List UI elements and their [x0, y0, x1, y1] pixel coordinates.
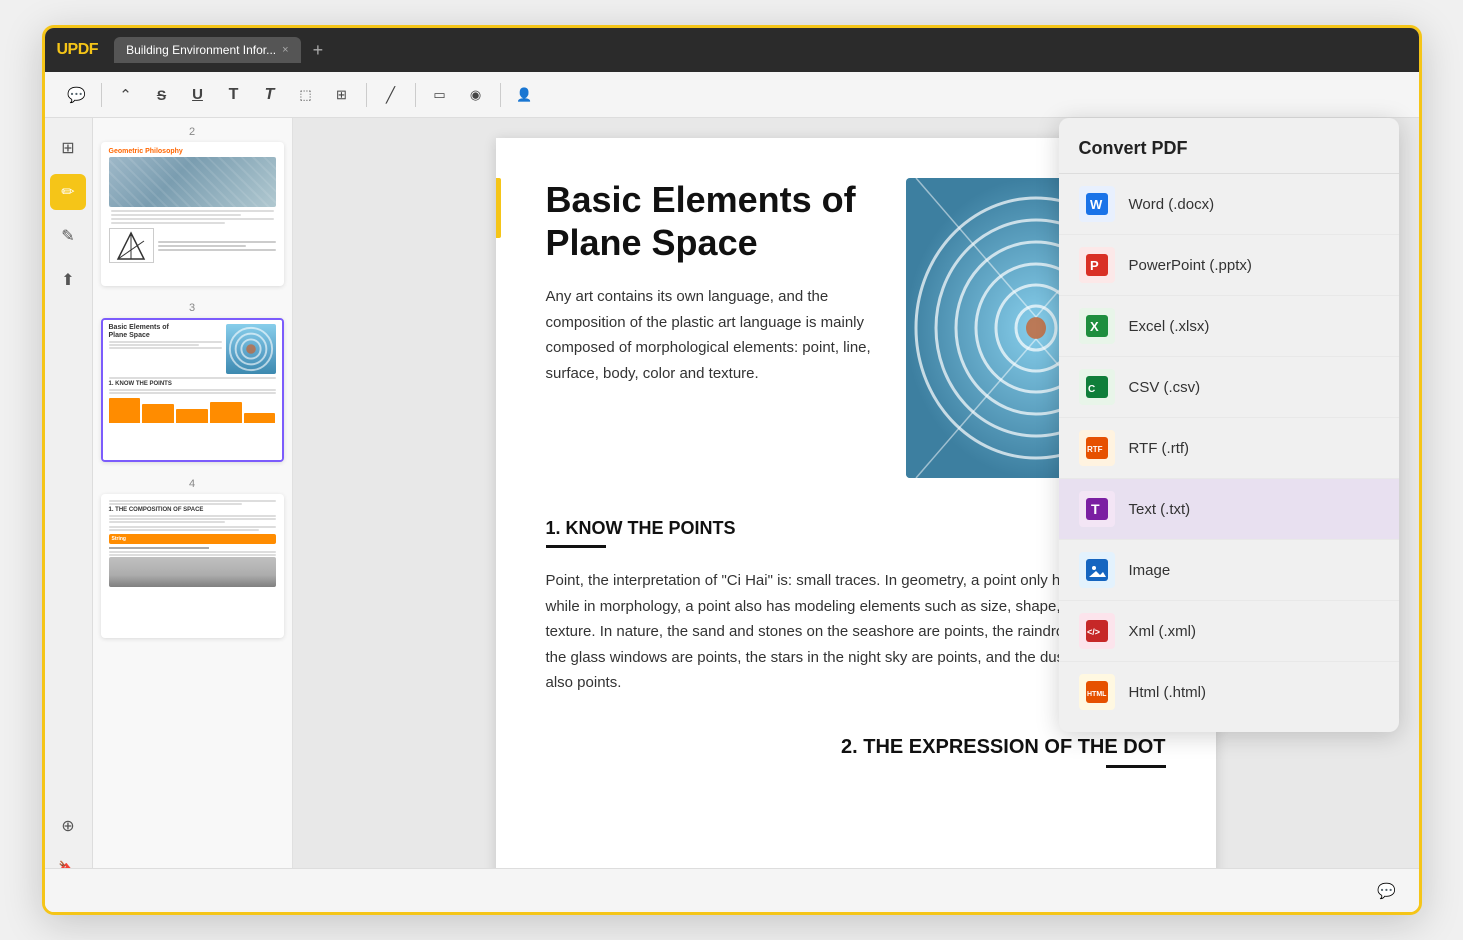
section2-underline — [1106, 765, 1166, 768]
image-icon — [1079, 552, 1115, 588]
rect-icon[interactable]: ▭ — [424, 79, 456, 111]
toolbar-divider-4 — [500, 83, 501, 107]
sidebar-pages-icon[interactable]: ⊞ — [50, 130, 86, 166]
updf-logo: UPDF — [57, 41, 99, 59]
text-label: Text (.txt) — [1129, 501, 1191, 518]
page-3-img: Basic Elements of Plane Space — [103, 320, 282, 460]
section1-underline — [546, 545, 606, 548]
toolbar-divider-1 — [101, 83, 102, 107]
strikethrough-icon[interactable]: S — [146, 79, 178, 111]
svg-text:X: X — [1090, 319, 1099, 334]
csv-label: CSV (.csv) — [1129, 379, 1201, 396]
thumbnail-page-4[interactable]: 4 1. THE COMPOSITION OF SPACE — [101, 478, 284, 638]
pencil-icon[interactable]: ⌃ — [110, 79, 142, 111]
html-convert-item[interactable]: HTML Html (.html) — [1059, 662, 1399, 722]
excel-label: Excel (.xlsx) — [1129, 318, 1210, 335]
sidebar-export-icon[interactable]: ⬆ — [50, 262, 86, 298]
svg-text:C: C — [1088, 384, 1095, 395]
new-tab-button[interactable]: + — [313, 40, 324, 61]
excel-convert-item[interactable]: X Excel (.xlsx) — [1059, 296, 1399, 357]
bottom-bar: 💬 — [45, 868, 1419, 912]
shape-icon[interactable]: ╱ — [375, 79, 407, 111]
color-icon[interactable]: ◉ — [460, 79, 492, 111]
svg-text:T: T — [1091, 501, 1100, 517]
toolbar-divider-2 — [366, 83, 367, 107]
csv-convert-item[interactable]: C CSV (.csv) — [1059, 357, 1399, 418]
powerpoint-icon: P — [1079, 247, 1115, 283]
page-4-thumb[interactable]: 1. THE COMPOSITION OF SPACE String — [101, 494, 284, 638]
main-area: ⊞ ✏ ✎ ⬆ ⊕ 🔖 2 Geometric Philosophy — [45, 118, 1419, 912]
text-icon-convert: T — [1079, 491, 1115, 527]
thumbnail-page-2[interactable]: 2 Geometric Philosophy — [101, 126, 284, 286]
rtf-icon: RTF — [1079, 430, 1115, 466]
page-3-label: 3 — [101, 302, 284, 314]
user-icon[interactable]: 👤 — [509, 79, 541, 111]
title-bar: UPDF Building Environment Infor... × + — [45, 28, 1419, 72]
page-4-label: 4 — [101, 478, 284, 490]
svg-text:RTF: RTF — [1087, 445, 1103, 454]
svg-text:HTML: HTML — [1087, 691, 1107, 698]
word-icon: W — [1079, 186, 1115, 222]
table-icon[interactable]: ⊞ — [326, 79, 358, 111]
excel-icon: X — [1079, 308, 1115, 344]
comment-icon[interactable]: 💬 — [61, 79, 93, 111]
page-4-img: 1. THE COMPOSITION OF SPACE String — [103, 496, 282, 636]
xml-convert-item[interactable]: </> Xml (.xml) — [1059, 601, 1399, 662]
page-2-thumb[interactable]: Geometric Philosophy — [101, 142, 284, 286]
rtf-label: RTF (.rtf) — [1129, 440, 1190, 457]
chat-bottom-icon[interactable]: 💬 — [1371, 875, 1403, 907]
html-icon: HTML — [1079, 674, 1115, 710]
underline-icon[interactable]: U — [182, 79, 214, 111]
page-3-thumb[interactable]: Basic Elements of Plane Space — [101, 318, 284, 462]
yellow-accent-bar — [496, 178, 501, 238]
tab-label: Building Environment Infor... — [126, 43, 276, 57]
text-convert-item[interactable]: T Text (.txt) — [1059, 479, 1399, 540]
page-2-img: Geometric Philosophy — [103, 144, 282, 284]
text-icon[interactable]: T — [218, 79, 250, 111]
convert-pdf-panel: Convert PDF W Word (.docx) P PowerPoint … — [1059, 118, 1399, 732]
convert-panel-title: Convert PDF — [1059, 138, 1399, 174]
tab-close-button[interactable]: × — [282, 44, 288, 56]
word-convert-item[interactable]: W Word (.docx) — [1059, 174, 1399, 235]
csv-icon: C — [1079, 369, 1115, 405]
sidebar-edit-icon[interactable]: ✎ — [50, 218, 86, 254]
text-styled-icon[interactable]: T — [254, 79, 286, 111]
word-label: Word (.docx) — [1129, 196, 1215, 213]
powerpoint-convert-item[interactable]: P PowerPoint (.pptx) — [1059, 235, 1399, 296]
svg-text:</>: </> — [1087, 627, 1100, 637]
powerpoint-label: PowerPoint (.pptx) — [1129, 257, 1252, 274]
thumbnail-panel: 2 Geometric Philosophy — [93, 118, 293, 912]
svg-text:W: W — [1090, 197, 1103, 212]
xml-label: Xml (.xml) — [1129, 623, 1197, 640]
image-label: Image — [1129, 562, 1171, 579]
html-label: Html (.html) — [1129, 684, 1207, 701]
toolbar-divider-3 — [415, 83, 416, 107]
page-2-label: 2 — [101, 126, 284, 138]
xml-icon: </> — [1079, 613, 1115, 649]
svg-text:P: P — [1090, 258, 1099, 273]
left-sidebar: ⊞ ✏ ✎ ⬆ ⊕ 🔖 — [45, 118, 93, 912]
thumbnail-page-3[interactable]: 3 Basic Elements of Plane Space — [101, 302, 284, 462]
app-window: UPDF Building Environment Infor... × + 💬… — [42, 25, 1422, 915]
pdf-section2-title: 2. THE EXPRESSION OF THE DOT — [546, 736, 1166, 759]
rtf-convert-item[interactable]: RTF RTF (.rtf) — [1059, 418, 1399, 479]
sidebar-highlight-icon[interactable]: ✏ — [50, 174, 86, 210]
text-box-icon[interactable]: ⬚ — [290, 79, 322, 111]
image-convert-item[interactable]: Image — [1059, 540, 1399, 601]
main-toolbar: 💬 ⌃ S U T T ⬚ ⊞ ╱ ▭ ◉ 👤 — [45, 72, 1419, 118]
active-tab[interactable]: Building Environment Infor... × — [114, 37, 301, 63]
sidebar-layers-icon[interactable]: ⊕ — [50, 808, 86, 844]
